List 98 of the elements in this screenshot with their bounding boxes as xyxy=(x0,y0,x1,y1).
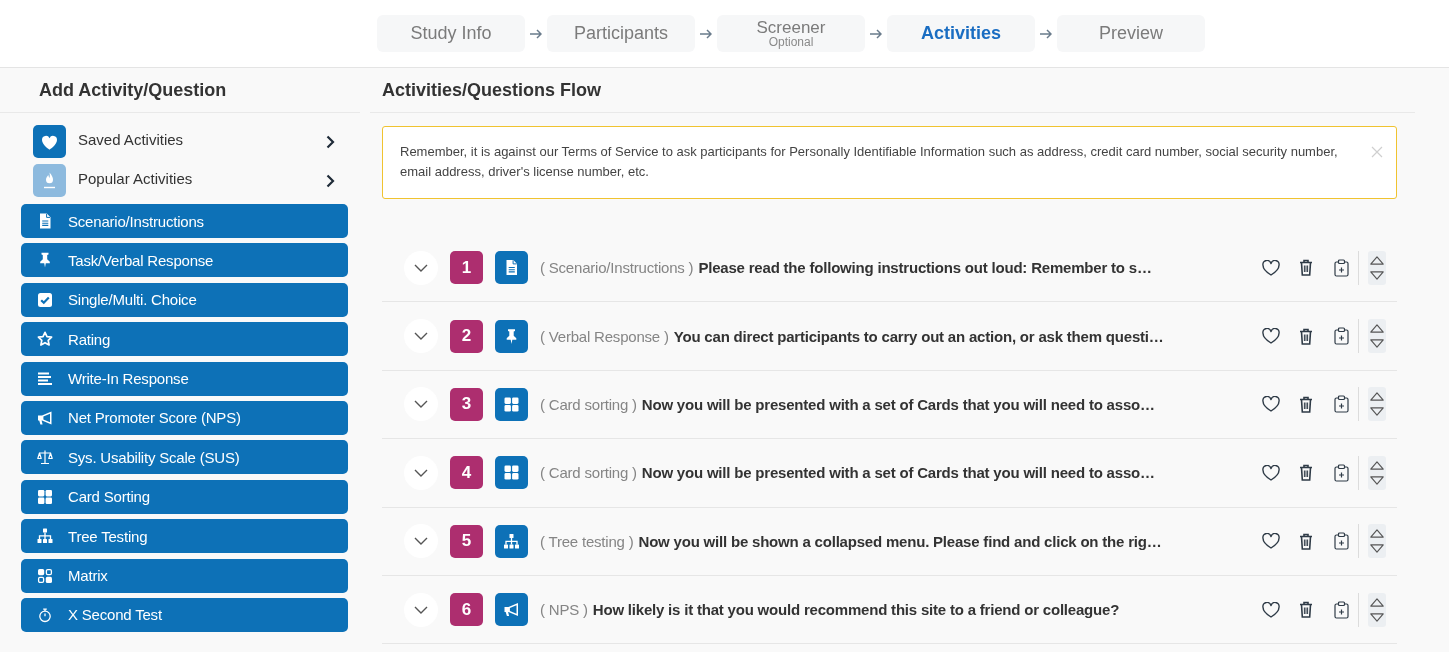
grid-icon xyxy=(495,456,528,490)
trash-icon[interactable] xyxy=(1299,259,1313,277)
activity-type-button[interactable]: Tree Testing xyxy=(21,519,348,554)
activity-type-button[interactable]: Net Promoter Score (NPS) xyxy=(21,400,348,435)
arrow-right-icon xyxy=(700,28,712,39)
chevron-down-icon xyxy=(414,332,428,341)
activity-type-label: ( Card sorting ) xyxy=(540,395,637,413)
activity-title[interactable]: Now you will be presented with a set of Cards that you will need to asso… xyxy=(641,464,1155,482)
activity-type-label: ( Card sorting ) xyxy=(540,464,637,482)
checkbox-icon xyxy=(37,291,53,308)
step-tab[interactable]: Study Info xyxy=(377,15,525,52)
number-badge: 1 xyxy=(450,251,483,285)
arrow-right-icon xyxy=(870,28,882,39)
activity-type-button[interactable]: Rating xyxy=(21,322,348,357)
clipboard-plus-icon[interactable] xyxy=(1334,258,1349,277)
clipboard-plus-icon[interactable] xyxy=(1334,532,1349,551)
chevron-right-icon[interactable] xyxy=(326,173,335,188)
step-tab[interactable]: Screener Optional xyxy=(717,15,865,52)
arrow-right-icon xyxy=(530,28,542,39)
caret-up-icon[interactable] xyxy=(1369,528,1385,540)
activity-type-label: ( Tree testing ) xyxy=(540,532,634,550)
clipboard-plus-icon[interactable] xyxy=(1334,327,1349,346)
sitemap-icon xyxy=(37,528,53,545)
activity-title[interactable]: How likely is it that you would recommend this site to a friend or colleague? xyxy=(592,601,1120,619)
number-badge: 2 xyxy=(450,319,483,353)
activity-type-button[interactable]: Single/Multi. Choice xyxy=(21,282,348,317)
caret-down-icon[interactable] xyxy=(1369,611,1385,623)
trash-icon[interactable] xyxy=(1299,532,1313,550)
activity-title[interactable]: You can direct participants to carry out an action, or ask them questi… xyxy=(673,327,1164,345)
activity-type-button[interactable]: Card Sorting xyxy=(21,479,348,514)
caret-up-icon[interactable] xyxy=(1369,596,1385,608)
step-tab[interactable]: Activities xyxy=(887,15,1035,52)
document-icon xyxy=(37,213,53,229)
chevron-down-icon xyxy=(414,537,428,546)
chevron-down-icon xyxy=(414,468,428,477)
trash-icon[interactable] xyxy=(1299,464,1313,482)
balance-scale-icon xyxy=(37,449,53,466)
activity-type-button[interactable]: Sys. Usability Scale (SUS) xyxy=(21,440,348,475)
caret-up-icon[interactable] xyxy=(1369,254,1385,266)
trash-icon[interactable] xyxy=(1299,395,1313,413)
caret-up-icon[interactable] xyxy=(1369,323,1385,335)
activity-title[interactable]: Now you will be presented with a set of Cards that you will need to asso… xyxy=(641,395,1155,413)
caret-down-icon[interactable] xyxy=(1369,338,1385,350)
squares-icon xyxy=(37,567,53,584)
caret-down-icon[interactable] xyxy=(1369,269,1385,281)
chevron-right-icon[interactable] xyxy=(326,134,335,149)
text-lines-icon xyxy=(37,370,53,387)
heart-outline-icon[interactable] xyxy=(1262,464,1280,481)
section-title: Add Activity/Question xyxy=(39,79,227,101)
activity-title[interactable]: Now you will be shown a collapsed menu. Please find and click on the rig… xyxy=(638,532,1162,550)
trash-icon[interactable] xyxy=(1299,327,1313,345)
grid-icon xyxy=(495,387,528,421)
clipboard-plus-icon[interactable] xyxy=(1334,395,1349,414)
caret-up-icon[interactable] xyxy=(1369,459,1385,471)
caret-down-icon[interactable] xyxy=(1369,474,1385,486)
activity-type-label: ( Scenario/Instructions ) xyxy=(540,259,694,277)
heart-outline-icon[interactable] xyxy=(1262,328,1280,345)
document-icon xyxy=(495,251,528,285)
caret-down-icon[interactable] xyxy=(1369,406,1385,418)
arrow-right-icon xyxy=(1040,28,1052,39)
sitemap-icon xyxy=(495,524,528,558)
heart-outline-icon[interactable] xyxy=(1262,533,1280,550)
flame-icon xyxy=(33,164,66,197)
activity-type-button[interactable]: Matrix xyxy=(21,558,348,593)
number-badge: 5 xyxy=(450,524,483,558)
number-badge: 3 xyxy=(450,387,483,421)
megaphone-icon xyxy=(37,409,53,426)
star-icon xyxy=(37,331,53,348)
number-badge: 6 xyxy=(450,593,483,627)
section-title: Activities/Questions Flow xyxy=(382,79,602,101)
clipboard-plus-icon[interactable] xyxy=(1334,463,1349,482)
step-tab[interactable]: Participants xyxy=(547,15,695,52)
stopwatch-icon xyxy=(37,606,53,623)
trash-icon[interactable] xyxy=(1299,601,1313,619)
caret-down-icon[interactable] xyxy=(1369,543,1385,555)
clipboard-plus-icon[interactable] xyxy=(1334,600,1349,619)
notice-text: Remember, it is against our Terms of Service to ask participants for Personally Identifiable Information such as address, credit card number, social security number, email address, driver's license number, etc. xyxy=(400,143,1339,181)
chevron-down-icon xyxy=(414,400,428,409)
heart-outline-icon[interactable] xyxy=(1262,601,1280,618)
grid-icon xyxy=(37,488,53,505)
step-tab[interactable]: Preview xyxy=(1057,15,1205,52)
megaphone-icon xyxy=(495,593,528,627)
activity-type-button[interactable]: Write-In Response xyxy=(21,361,348,396)
sidebar-item[interactable]: Saved Activities xyxy=(78,131,326,148)
caret-up-icon[interactable] xyxy=(1369,391,1385,403)
activity-type-label: ( NPS ) xyxy=(540,601,588,619)
sidebar-item[interactable]: Popular Activities xyxy=(78,170,326,187)
pin-icon xyxy=(495,319,528,353)
number-badge: 4 xyxy=(450,456,483,490)
activity-type-button[interactable]: Task/Verbal Response xyxy=(21,243,348,278)
heart-outline-icon[interactable] xyxy=(1262,259,1280,276)
chevron-down-icon xyxy=(414,263,428,272)
activity-title[interactable]: Please read the following instructions out loud: Remember to s… xyxy=(698,259,1152,277)
activity-type-button[interactable]: Scenario/Instructions xyxy=(21,204,348,238)
activity-type-label: ( Verbal Response ) xyxy=(540,327,669,345)
heart-outline-icon[interactable] xyxy=(1262,396,1280,413)
activity-type-button[interactable]: X Second Test xyxy=(21,597,348,632)
chevron-down-icon xyxy=(414,605,428,614)
